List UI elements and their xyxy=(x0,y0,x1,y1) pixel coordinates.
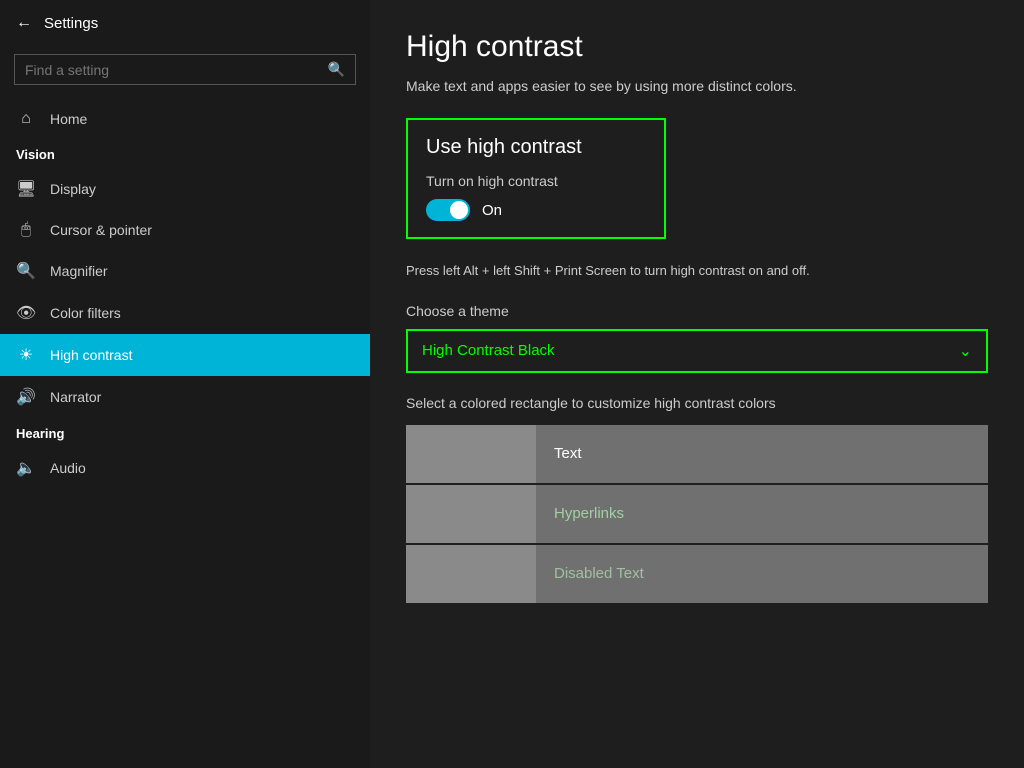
color-row-hyperlinks-label: Hyperlinks xyxy=(536,485,624,543)
search-box[interactable]: 🔍 xyxy=(14,54,356,85)
high-contrast-toggle[interactable] xyxy=(426,199,470,221)
sidebar-item-audio[interactable]: 🔈 Audio xyxy=(0,447,370,489)
use-high-contrast-box: Use high contrast Turn on high contrast … xyxy=(406,118,666,239)
color-row-disabled-label: Disabled Text xyxy=(536,545,644,603)
sidebar-item-narrator[interactable]: 🔊 Narrator xyxy=(0,376,370,418)
narrator-icon: 🔊 xyxy=(16,387,36,407)
section-vision: Vision xyxy=(0,139,370,168)
section-hearing: Hearing xyxy=(0,418,370,447)
title-bar: ← Settings xyxy=(0,0,370,46)
hc-toggle-label: Turn on high contrast xyxy=(426,173,646,189)
toggle-state-label: On xyxy=(482,202,502,219)
theme-dropdown[interactable]: High Contrast Black ⌄ xyxy=(406,329,988,373)
color-rect-row-hyperlinks[interactable]: Hyperlinks xyxy=(406,485,988,543)
page-subtitle: Make text and apps easier to see by usin… xyxy=(406,78,988,94)
sidebar-item-cursor[interactable]: 🖱 Cursor & pointer xyxy=(0,210,370,250)
sidebar-item-audio-label: Audio xyxy=(50,460,86,476)
search-icon: 🔍 xyxy=(328,61,345,78)
page-title: High contrast xyxy=(406,30,988,64)
sidebar-item-magnifier-label: Magnifier xyxy=(50,263,108,279)
sidebar-item-magnifier[interactable]: 🔍 Magnifier xyxy=(0,250,370,292)
cursor-icon: 🖱 xyxy=(16,221,36,239)
sidebar-item-narrator-label: Narrator xyxy=(50,389,101,405)
color-rect-row-text[interactable]: Text xyxy=(406,425,988,483)
color-filters-icon: 👁 xyxy=(16,303,36,323)
sidebar-item-display-label: Display xyxy=(50,181,96,197)
sidebar-item-home-label: Home xyxy=(50,111,87,127)
color-rect-label: Select a colored rectangle to customize … xyxy=(406,395,988,411)
display-icon: 🖥 xyxy=(16,179,36,199)
sidebar-item-display[interactable]: 🖥 Display xyxy=(0,168,370,210)
color-rects: Text Hyperlinks Disabled Text xyxy=(406,425,988,605)
choose-theme-label: Choose a theme xyxy=(406,303,988,319)
sidebar-item-color-filters-label: Color filters xyxy=(50,305,121,321)
search-input[interactable] xyxy=(25,62,328,78)
sidebar-item-home[interactable]: ⌂ Home xyxy=(0,99,370,139)
sidebar-item-high-contrast-label: High contrast xyxy=(50,347,132,363)
sidebar: ← Settings 🔍 ⌂ Home Vision 🖥 Display 🖱 C… xyxy=(0,0,370,768)
color-swatch-disabled xyxy=(406,545,536,603)
color-swatch-hyperlinks xyxy=(406,485,536,543)
home-icon: ⌂ xyxy=(16,110,36,128)
chevron-down-icon: ⌄ xyxy=(959,341,972,361)
sidebar-item-cursor-label: Cursor & pointer xyxy=(50,222,152,238)
magnifier-icon: 🔍 xyxy=(16,261,36,281)
color-rect-row-disabled[interactable]: Disabled Text xyxy=(406,545,988,603)
color-row-text-label: Text xyxy=(536,425,582,483)
toggle-row: On xyxy=(426,199,646,221)
sidebar-item-color-filters[interactable]: 👁 Color filters xyxy=(0,292,370,334)
app-title: Settings xyxy=(44,15,98,32)
audio-icon: 🔈 xyxy=(16,458,36,478)
sidebar-item-high-contrast[interactable]: ☀ High contrast xyxy=(0,334,370,376)
back-button[interactable]: ← xyxy=(16,14,32,32)
main-content: High contrast Make text and apps easier … xyxy=(370,0,1024,768)
high-contrast-icon: ☀ xyxy=(16,345,36,365)
color-swatch-text xyxy=(406,425,536,483)
shortcut-text: Press left Alt + left Shift + Print Scre… xyxy=(406,261,988,281)
hc-box-title: Use high contrast xyxy=(426,136,646,159)
theme-selected-label: High Contrast Black xyxy=(422,342,555,359)
